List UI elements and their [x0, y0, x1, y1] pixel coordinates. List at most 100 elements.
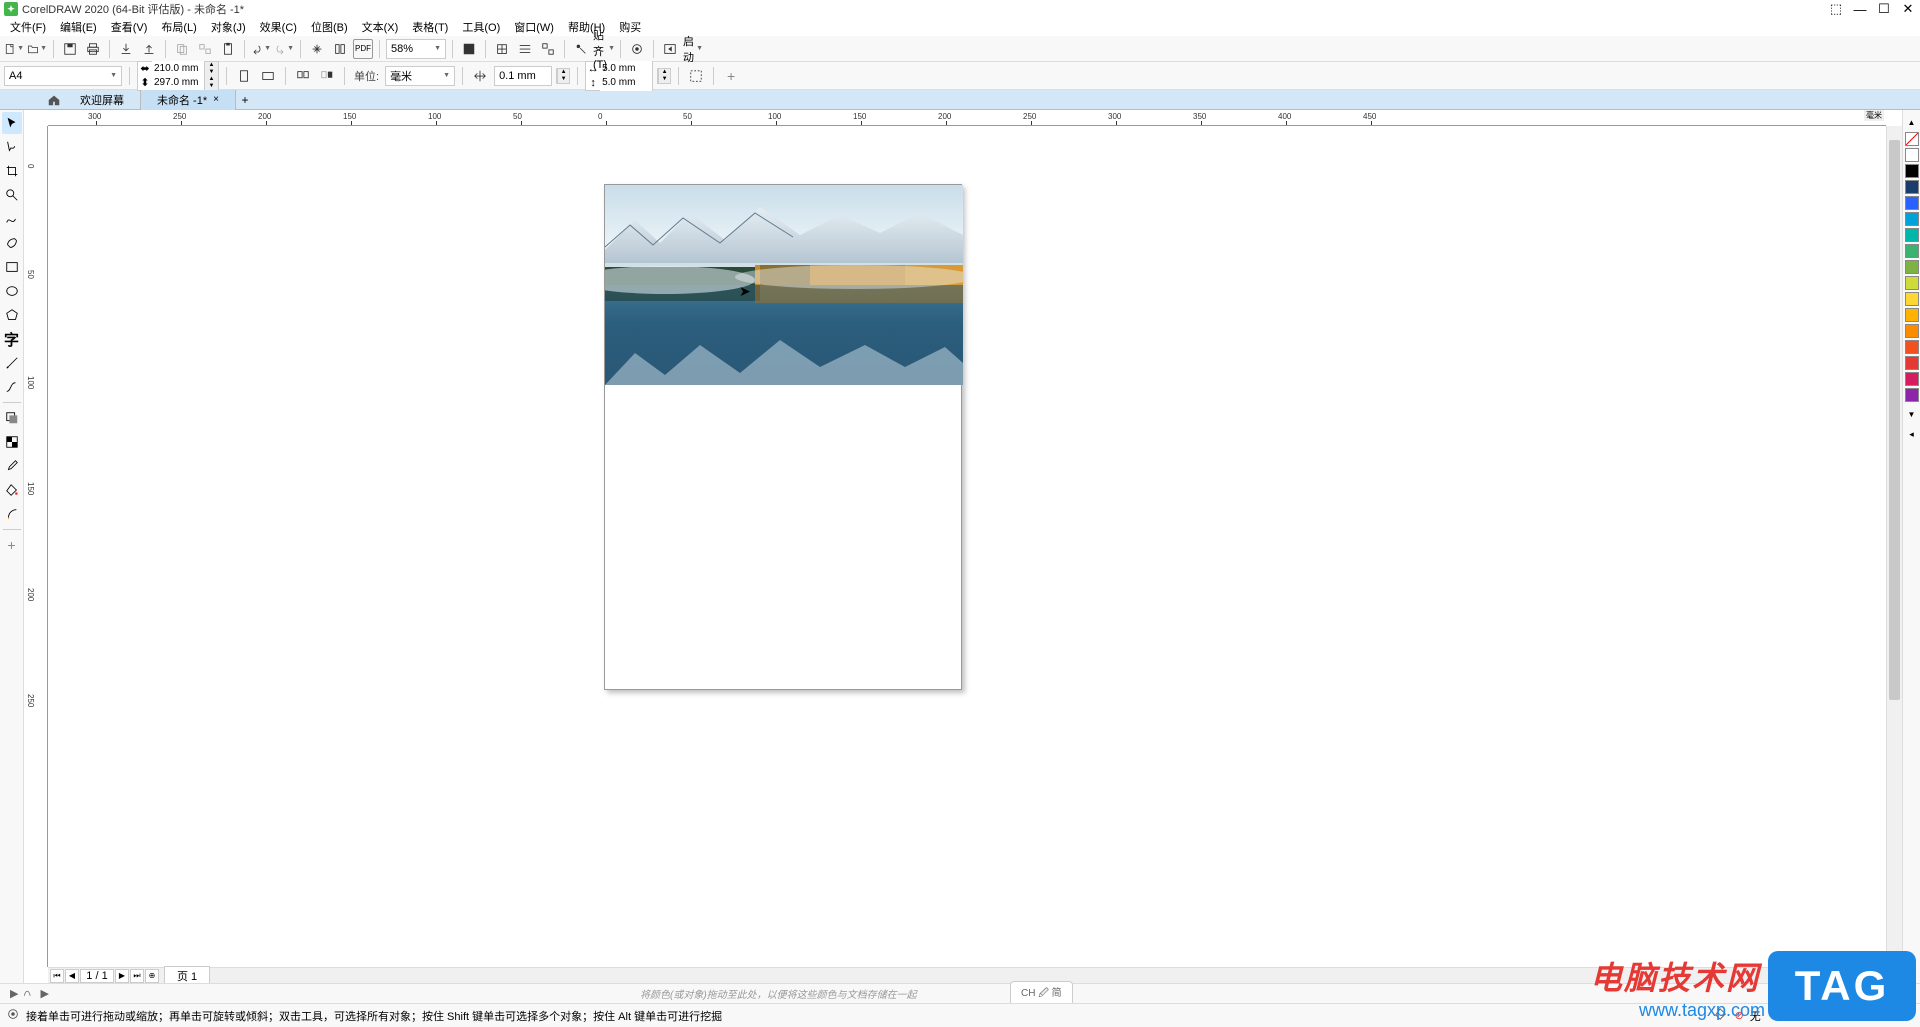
tab-close-icon[interactable]: × — [213, 94, 219, 105]
menu-effects[interactable]: 效果(C) — [254, 18, 303, 36]
portrait-button[interactable] — [234, 66, 254, 86]
nav-add-page[interactable]: ⊕ — [145, 969, 159, 983]
polygon-tool[interactable] — [2, 304, 22, 326]
ellipse-tool[interactable] — [2, 280, 22, 302]
landscape-button[interactable] — [258, 66, 278, 86]
text-tool[interactable]: 字 — [2, 328, 22, 350]
home-icon[interactable] — [44, 90, 64, 110]
add-toolbar-button[interactable]: + — [721, 66, 741, 86]
units-combo[interactable]: 毫米▼ — [385, 66, 455, 86]
dup-down[interactable]: ▼ — [658, 76, 670, 83]
width-up[interactable]: ▲ — [204, 62, 218, 69]
menu-table[interactable]: 表格(T) — [406, 18, 454, 36]
dup-y-input[interactable] — [600, 75, 652, 91]
nav-prev[interactable]: ◀ — [65, 969, 79, 983]
parallel-dimension-tool[interactable] — [2, 352, 22, 374]
page-counter[interactable]: 1 / 1 — [80, 969, 114, 983]
color-swatch[interactable] — [1905, 308, 1919, 322]
pick-tool[interactable] — [2, 112, 22, 134]
menu-layout[interactable]: 布局(L) — [155, 18, 202, 36]
nav-first[interactable]: ⏮ — [50, 969, 64, 983]
undo-button[interactable]: ▼ — [251, 39, 271, 59]
menu-text[interactable]: 文本(X) — [356, 18, 405, 36]
cut-button[interactable] — [195, 39, 215, 59]
eyedropper-tool[interactable] — [2, 455, 22, 477]
menu-view[interactable]: 查看(V) — [105, 18, 154, 36]
open-button[interactable]: ▼ — [27, 39, 47, 59]
palette-down[interactable]: ▼ — [1902, 404, 1920, 424]
transparency-tool[interactable] — [2, 431, 22, 453]
page-tab[interactable]: 页 1 — [164, 966, 210, 984]
outline-tool[interactable] — [2, 503, 22, 525]
fullscreen-button[interactable] — [459, 39, 479, 59]
color-swatch[interactable] — [1905, 324, 1919, 338]
snap-object-icon[interactable] — [538, 39, 558, 59]
launch-icon[interactable] — [660, 39, 680, 59]
menu-edit[interactable]: 编辑(E) — [54, 18, 103, 36]
placed-bitmap[interactable]: ➤ — [605, 185, 963, 385]
export-button[interactable] — [139, 39, 159, 59]
gear-icon[interactable] — [6, 1007, 20, 1024]
menu-window[interactable]: 窗口(W) — [508, 18, 560, 36]
color-swatch[interactable] — [1905, 340, 1919, 354]
freehand-tool[interactable] — [2, 208, 22, 230]
menu-tools[interactable]: 工具(O) — [456, 18, 506, 36]
close-button[interactable]: ✕ — [1900, 1, 1916, 17]
page-preset-combo[interactable]: A4▼ — [4, 66, 122, 86]
redo-button[interactable]: ▼ — [274, 39, 294, 59]
page-height-input[interactable] — [152, 75, 204, 91]
palette-flyout[interactable]: ◂ — [1902, 424, 1920, 444]
color-swatch[interactable] — [1905, 180, 1919, 194]
menu-object[interactable]: 对象(J) — [205, 18, 252, 36]
color-swatch[interactable] — [1905, 228, 1919, 242]
scroll-thumb-v[interactable] — [1889, 140, 1900, 700]
align-button[interactable] — [330, 39, 350, 59]
nav-next[interactable]: ▶ — [115, 969, 129, 983]
shape-tool[interactable] — [2, 136, 22, 158]
height-down[interactable]: ▼ — [204, 83, 218, 90]
drop-shadow-tool[interactable] — [2, 407, 22, 429]
tab-add-button[interactable]: + — [236, 91, 254, 109]
connector-tool[interactable] — [2, 376, 22, 398]
height-up[interactable]: ▲ — [204, 76, 218, 83]
print-button[interactable] — [83, 39, 103, 59]
snap-grid-icon[interactable] — [492, 39, 512, 59]
color-swatch[interactable] — [1905, 212, 1919, 226]
scrollbar-vertical[interactable] — [1886, 126, 1902, 967]
nudge-down[interactable]: ▼ — [557, 76, 569, 83]
nudge-input[interactable]: 0.1 mm — [494, 66, 552, 86]
palette-up[interactable]: ▲ — [1902, 112, 1920, 132]
save-button[interactable] — [60, 39, 80, 59]
color-swatch[interactable] — [1905, 372, 1919, 386]
fill-tool[interactable] — [2, 479, 22, 501]
color-swatch[interactable] — [1905, 260, 1919, 274]
menu-bitmap[interactable]: 位图(B) — [305, 18, 354, 36]
find-button[interactable] — [307, 39, 327, 59]
width-down[interactable]: ▼ — [204, 69, 218, 76]
color-swatch[interactable] — [1905, 292, 1919, 306]
zoom-combo[interactable]: 58%▼ — [386, 39, 446, 59]
color-swatch[interactable] — [1905, 388, 1919, 402]
canvas-viewport[interactable]: ➤ — [48, 126, 1886, 967]
pdf-button[interactable]: PDF — [353, 39, 373, 59]
color-swatch[interactable] — [1905, 276, 1919, 290]
tab-document[interactable]: 未命名 -1*× — [141, 90, 236, 110]
nudge-up[interactable]: ▲ — [557, 69, 569, 76]
menu-file[interactable]: 文件(F) — [4, 18, 52, 36]
nav-last[interactable]: ⏭ — [130, 969, 144, 983]
snap-toggle-icon[interactable] — [571, 39, 591, 59]
all-pages-button[interactable] — [293, 66, 313, 86]
copy-button[interactable] — [172, 39, 192, 59]
add-tool-button[interactable]: + — [2, 534, 22, 556]
current-page-button[interactable] — [317, 66, 337, 86]
launch-dropdown[interactable]: 启动▼ — [683, 39, 703, 59]
color-swatch[interactable] — [1905, 164, 1919, 178]
crop-tool[interactable] — [2, 160, 22, 182]
cloud-icon[interactable]: ⬚ — [1828, 1, 1844, 17]
artistic-media-tool[interactable] — [2, 232, 22, 254]
treat-as-filled-button[interactable] — [686, 66, 706, 86]
snap-guide-icon[interactable] — [515, 39, 535, 59]
dup-up[interactable]: ▲ — [658, 69, 670, 76]
new-button[interactable]: ▼ — [4, 39, 24, 59]
options-button[interactable] — [627, 39, 647, 59]
